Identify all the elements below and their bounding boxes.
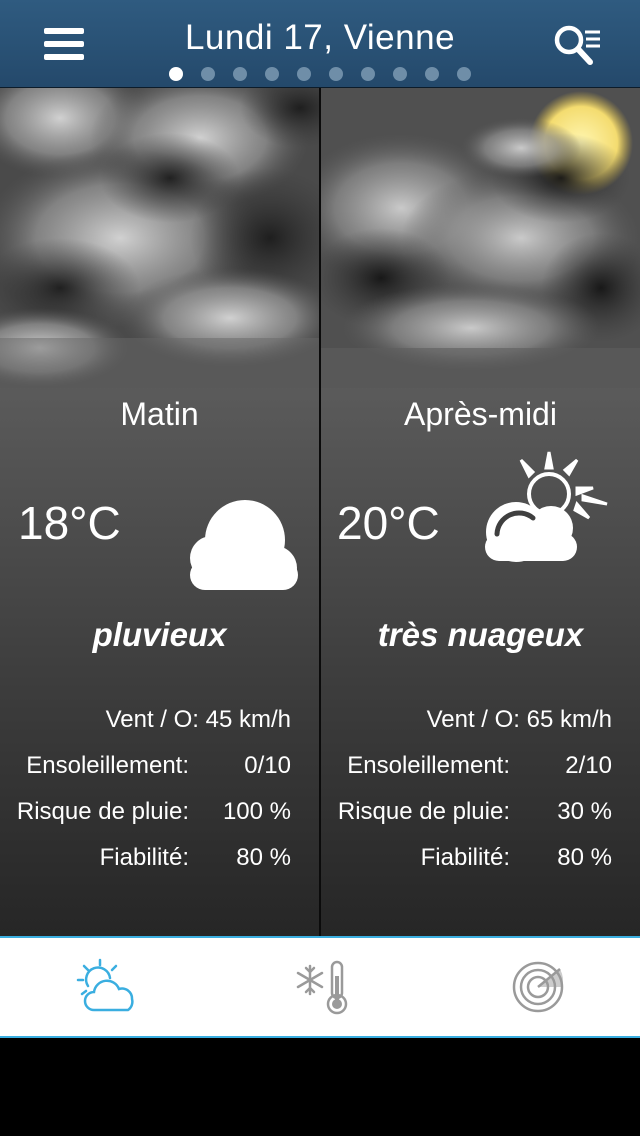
forecast-panels: Matin 18°C pluvieux Vent / O: 45 km/h En…	[0, 88, 640, 936]
radar-tab-icon	[512, 961, 564, 1013]
page-dot[interactable]	[297, 67, 311, 81]
detail-row: Risque de pluie: 30 %	[321, 792, 640, 838]
detail-label: Ensoleillement:	[26, 752, 189, 779]
details-list: Vent / O: 65 km/h Ensoleillement: 2/10 R…	[321, 700, 640, 884]
detail-value: 30 %	[557, 798, 612, 825]
detail-label: Ensoleillement:	[347, 752, 510, 779]
page-indicator	[0, 67, 640, 81]
menu-button[interactable]	[40, 24, 88, 64]
forecast-panel-afternoon: Après-midi 20°C très nuageux Vent / O: 6…	[321, 88, 640, 936]
detail-label: Fiabilité:	[99, 844, 189, 871]
search-list-icon	[554, 25, 600, 65]
header-bar: Lundi 17, Vienne	[0, 0, 640, 88]
temperature: 18°C	[18, 497, 121, 549]
detail-row: Ensoleillement: 0/10	[0, 746, 319, 792]
rain-cloud-icon	[190, 500, 298, 590]
page-dot[interactable]	[329, 67, 343, 81]
page-dot[interactable]	[233, 67, 247, 81]
page-dot[interactable]	[265, 67, 279, 81]
page-dot[interactable]	[457, 67, 471, 81]
weather-app: Lundi 17, Vienne Matin 18°C pluvieux Ven…	[0, 0, 640, 1136]
tab-radar[interactable]	[506, 956, 572, 1018]
tab-temperature[interactable]	[288, 956, 354, 1018]
storm-clouds-image	[0, 88, 319, 388]
tab-forecast[interactable]	[74, 956, 140, 1018]
condition-text: pluvieux	[92, 616, 227, 653]
detail-row-wind: Vent / O: 65 km/h	[321, 700, 640, 746]
period-label: Matin	[120, 396, 199, 432]
page-dot[interactable]	[169, 67, 183, 81]
detail-label: Risque de pluie:	[337, 798, 510, 825]
page-dot[interactable]	[393, 67, 407, 81]
detail-row: Fiabilité: 80 %	[0, 838, 319, 884]
sun-behind-cloud-icon	[485, 451, 608, 562]
temperature: 20°C	[337, 497, 440, 549]
detail-label: Fiabilité:	[420, 844, 510, 871]
detail-label: Risque de pluie:	[16, 798, 189, 825]
page-dot[interactable]	[201, 67, 215, 81]
detail-value: 80 %	[236, 844, 291, 871]
page-dot[interactable]	[361, 67, 375, 81]
detail-value: 0/10	[244, 752, 291, 779]
page-dot[interactable]	[425, 67, 439, 81]
detail-value: 80 %	[557, 844, 612, 871]
sun-cloud-tab-icon	[76, 958, 134, 1012]
detail-value: 100 %	[222, 798, 291, 825]
detail-row: Fiabilité: 80 %	[321, 838, 640, 884]
snow-thermometer-tab-icon	[296, 960, 348, 1015]
details-list: Vent / O: 45 km/h Ensoleillement: 0/10 R…	[0, 700, 319, 884]
sun-behind-clouds-image	[321, 88, 640, 388]
forecast-panel-morning: Matin 18°C pluvieux Vent / O: 45 km/h En…	[0, 88, 319, 936]
wind-value: Vent / O: 45 km/h	[105, 706, 291, 733]
detail-row: Risque de pluie: 100 %	[0, 792, 319, 838]
wind-value: Vent / O: 65 km/h	[426, 706, 612, 733]
tab-bar	[0, 936, 640, 1038]
period-label: Après-midi	[404, 396, 557, 432]
search-button[interactable]	[552, 22, 602, 68]
detail-row-wind: Vent / O: 45 km/h	[0, 700, 319, 746]
page-title: Lundi 17, Vienne	[184, 18, 456, 57]
hamburger-menu-icon	[44, 28, 84, 34]
detail-row: Ensoleillement: 2/10	[321, 746, 640, 792]
condition-text: très nuageux	[377, 616, 584, 653]
detail-value: 2/10	[565, 752, 612, 779]
